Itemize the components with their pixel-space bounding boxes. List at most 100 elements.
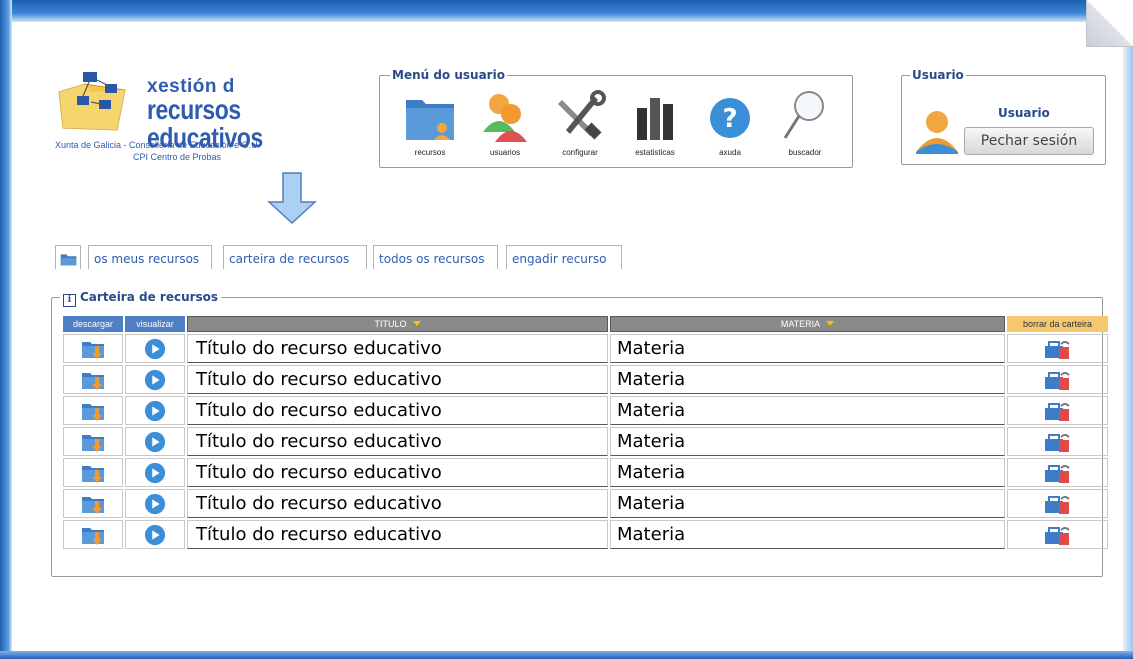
col-title[interactable]: TITULO — [187, 316, 608, 332]
help-icon: ? — [710, 98, 750, 138]
col-view: visualizar — [125, 316, 185, 332]
logo-center: CPI Centro de Probas — [133, 152, 222, 162]
user-panel-legend: Usuario — [910, 68, 966, 82]
play-icon[interactable] — [144, 524, 166, 546]
remove-cell — [1007, 365, 1108, 394]
bar-chart-icon — [637, 98, 673, 140]
table-row: Título do recurso educativo Materia — [63, 334, 1108, 363]
tab-home[interactable] — [55, 245, 81, 269]
menu-item-estatisticas[interactable]: estatisticas — [620, 86, 690, 157]
download-cell — [63, 520, 123, 549]
download-icon[interactable] — [79, 430, 107, 454]
download-icon[interactable] — [79, 523, 107, 547]
col-subject[interactable]: MATERIA — [610, 316, 1005, 332]
sort-down-icon — [826, 321, 835, 326]
table-row: Título do recurso educativo Materia — [63, 365, 1108, 394]
table-header-row: descargar visualizar TITULO MATERIA borr… — [63, 316, 1108, 332]
folder-user-icon — [406, 100, 454, 140]
play-icon[interactable] — [144, 369, 166, 391]
download-cell — [63, 489, 123, 518]
play-icon[interactable] — [144, 431, 166, 453]
play-icon[interactable] — [144, 493, 166, 515]
play-icon[interactable] — [144, 462, 166, 484]
menu-item-axuda[interactable]: ? axuda — [695, 86, 765, 157]
folder-icon — [60, 254, 77, 266]
col-title-label: TITULO — [374, 319, 407, 329]
view-cell — [125, 334, 185, 363]
download-icon[interactable] — [79, 337, 107, 361]
resource-subject: Materia — [610, 365, 1005, 394]
resource-title: Título do recurso educativo — [187, 427, 608, 456]
menu-item-label: recursos — [414, 148, 446, 157]
user-name: Usuario — [998, 106, 1050, 120]
menu-item-label: axuda — [719, 148, 741, 157]
remove-from-wallet-icon[interactable] — [1043, 462, 1073, 484]
remove-cell — [1007, 489, 1108, 518]
logout-button[interactable]: Pechar sesión — [964, 127, 1094, 155]
window-top-border — [0, 0, 1133, 22]
download-cell — [63, 334, 123, 363]
remove-from-wallet-icon[interactable] — [1043, 369, 1073, 391]
tab-add-resource[interactable]: engadir recurso — [506, 245, 622, 269]
view-cell — [125, 396, 185, 425]
app-logo: xestión d recursos educativos Xunta de G… — [55, 68, 345, 168]
logo-organization: Xunta de Galicia - Consellería de Educac… — [55, 140, 261, 150]
remove-cell — [1007, 458, 1108, 487]
remove-from-wallet-icon[interactable] — [1043, 338, 1073, 360]
col-download: descargar — [63, 316, 123, 332]
menu-item-buscador[interactable]: buscador — [770, 86, 840, 157]
col-remove: borrar da carteira — [1007, 316, 1108, 332]
user-menu-legend: Menú do usuario — [390, 68, 507, 82]
remove-cell — [1007, 396, 1108, 425]
table-row: Título do recurso educativo Materia — [63, 489, 1108, 518]
menu-item-usuarios[interactable]: usuarios — [470, 86, 540, 157]
view-cell — [125, 365, 185, 394]
remove-from-wallet-icon[interactable] — [1043, 524, 1073, 546]
tab-resource-wallet[interactable]: carteira de recursos — [223, 245, 367, 269]
download-icon[interactable] — [79, 492, 107, 516]
resource-subject: Materia — [610, 458, 1005, 487]
resource-subject: Materia — [610, 427, 1005, 456]
download-cell — [63, 458, 123, 487]
download-cell — [63, 365, 123, 394]
remove-cell — [1007, 427, 1108, 456]
download-icon[interactable] — [79, 368, 107, 392]
menu-item-label: estatisticas — [635, 148, 675, 157]
download-cell — [63, 427, 123, 456]
menu-item-label: usuarios — [489, 148, 521, 157]
window-bottom-border — [0, 651, 1133, 659]
view-cell — [125, 427, 185, 456]
download-icon[interactable] — [79, 461, 107, 485]
tab-all-resources[interactable]: todos os recursos — [373, 245, 498, 269]
resource-subject: Materia — [610, 489, 1005, 518]
play-icon[interactable] — [144, 338, 166, 360]
download-icon[interactable] — [79, 399, 107, 423]
play-icon[interactable] — [144, 400, 166, 422]
menu-item-label: buscador — [788, 148, 822, 157]
remove-from-wallet-icon[interactable] — [1043, 431, 1073, 453]
view-cell — [125, 520, 185, 549]
resource-title: Título do recurso educativo — [187, 365, 608, 394]
menu-item-recursos[interactable]: recursos — [395, 86, 465, 157]
remove-from-wallet-icon[interactable] — [1043, 400, 1073, 422]
resource-subject: Materia — [610, 334, 1005, 363]
resources-table: descargar visualizar TITULO MATERIA borr… — [61, 314, 1110, 551]
resource-title: Título do recurso educativo — [187, 334, 608, 363]
tab-my-resources[interactable]: os meus recursos — [88, 245, 212, 269]
table-row: Título do recurso educativo Materia — [63, 427, 1108, 456]
tools-icon — [558, 90, 606, 140]
page-curl-corner — [1086, 0, 1133, 47]
table-row: Título do recurso educativo Materia — [63, 520, 1108, 549]
table-row: Título do recurso educativo Materia — [63, 396, 1108, 425]
menu-item-configurar[interactable]: configurar — [545, 86, 615, 157]
resource-wallet-title: Carteira de recursos — [80, 290, 219, 304]
resource-wallet-legend: i Carteira de recursos — [60, 290, 222, 307]
resource-subject: Materia — [610, 396, 1005, 425]
col-subject-label: MATERIA — [780, 319, 821, 329]
window-right-border — [1123, 0, 1133, 659]
view-cell — [125, 458, 185, 487]
remove-from-wallet-icon[interactable] — [1043, 493, 1073, 515]
logo-folder-network-icon — [58, 72, 126, 131]
resource-title: Título do recurso educativo — [187, 396, 608, 425]
window-left-border — [0, 0, 12, 659]
